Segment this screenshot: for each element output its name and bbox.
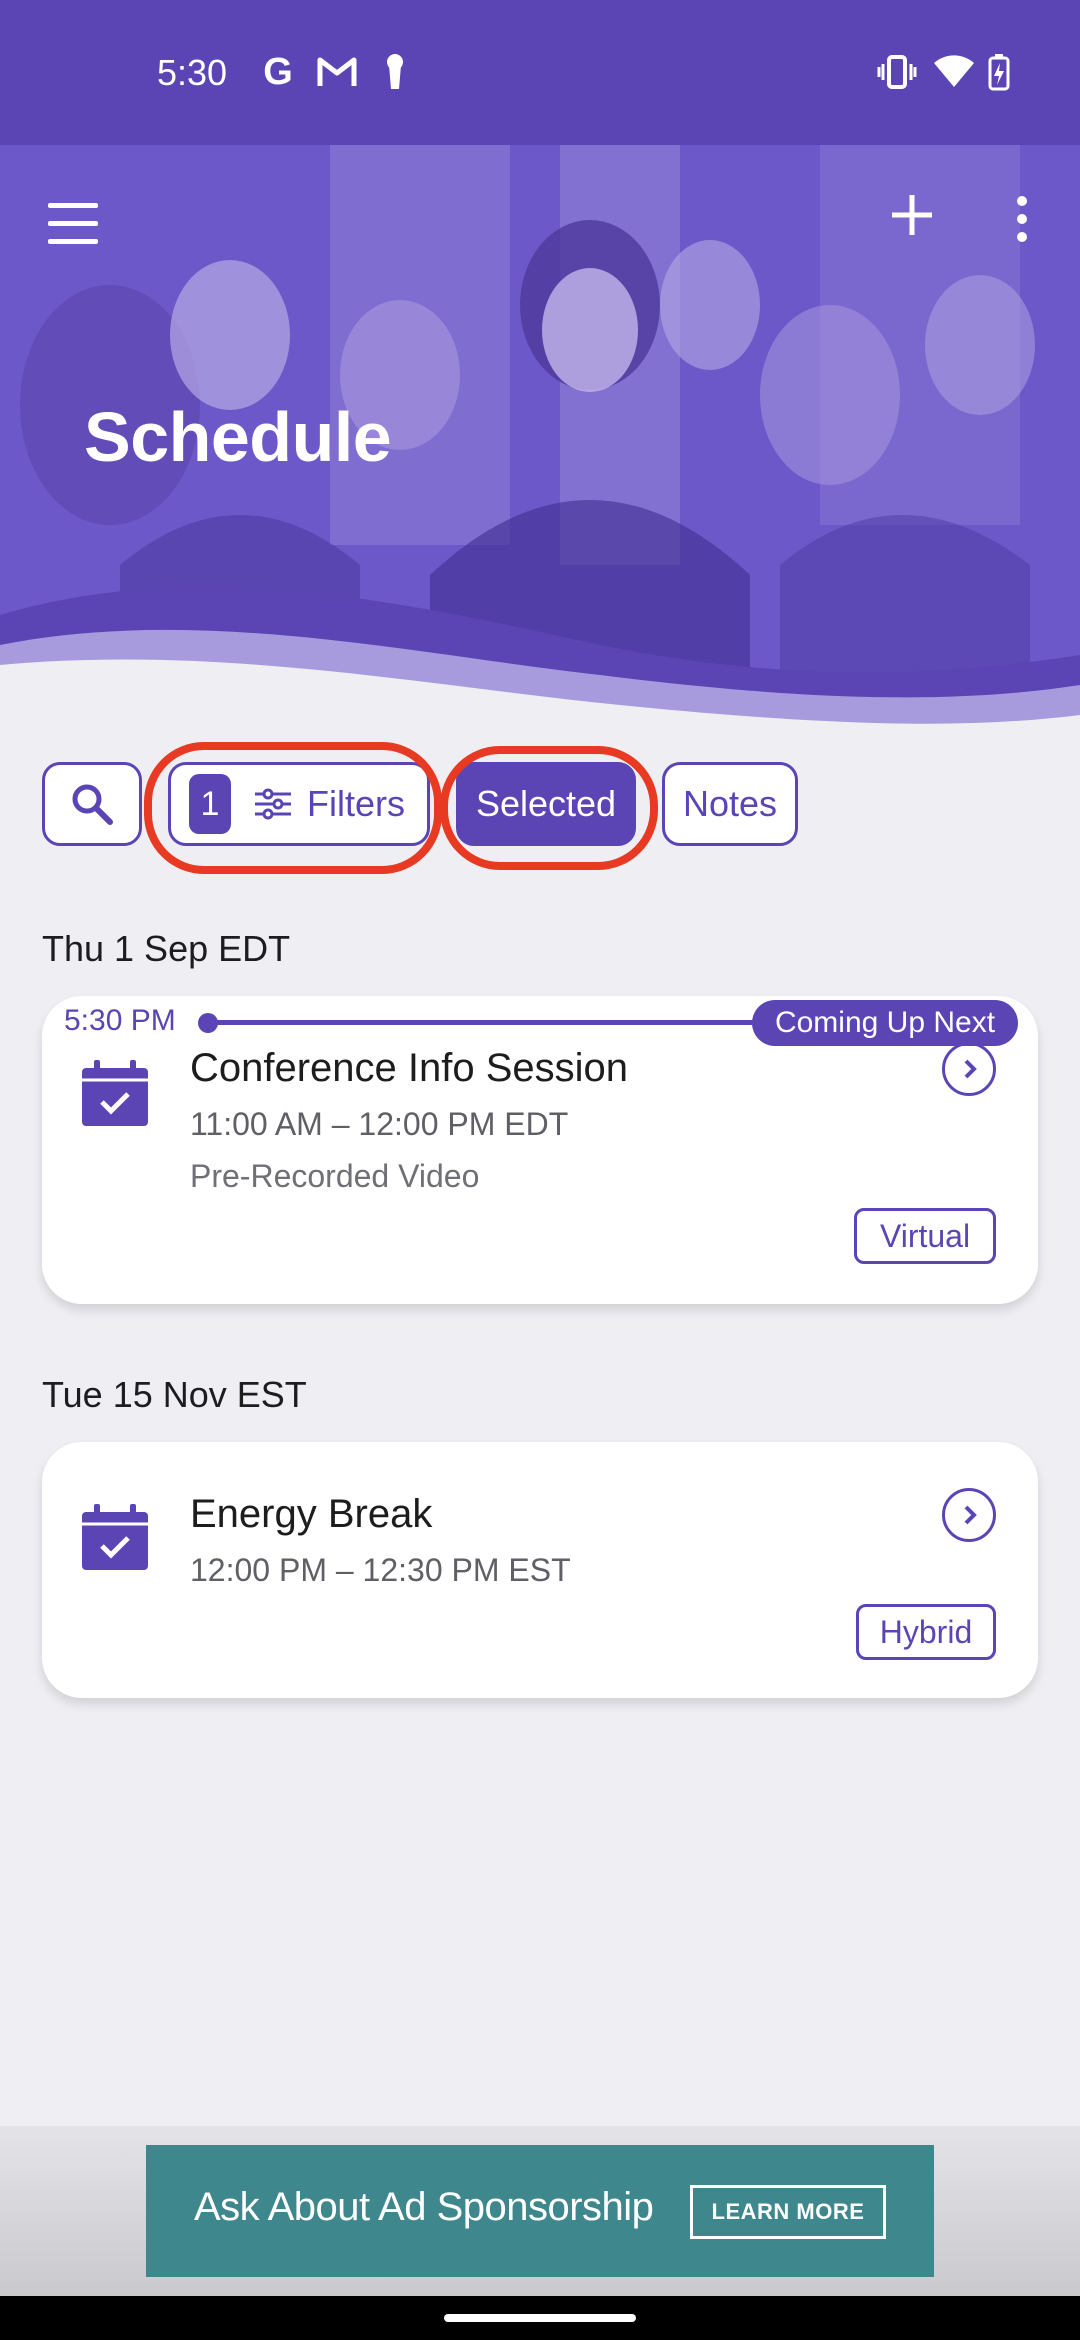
sliders-icon — [255, 788, 291, 820]
ad-area: Ask About Ad Sponsorship LEARN MORE — [0, 2126, 1080, 2296]
session-time: 12:00 PM – 12:30 PM EST — [190, 1552, 571, 1588]
session-card[interactable]: Energy Break 12:00 PM – 12:30 PM EST Hyb… — [42, 1442, 1038, 1698]
wifi-icon — [932, 52, 976, 92]
google-icon: G — [263, 50, 293, 93]
current-time-line — [212, 1020, 812, 1025]
battery-charging-icon — [984, 52, 1014, 92]
keyhole-icon — [380, 52, 410, 92]
session-type-badge: Virtual — [854, 1208, 996, 1264]
search-button[interactable] — [42, 762, 142, 846]
chevron-right-icon[interactable] — [942, 1488, 996, 1542]
ad-text: Ask About Ad Sponsorship — [194, 2185, 654, 2229]
filters-button[interactable]: 1 Filters — [168, 762, 430, 846]
session-title: Energy Break — [190, 1492, 433, 1536]
filters-label: Filters — [307, 783, 405, 824]
schedule-hero: Schedule — [0, 145, 1080, 735]
navigation-bar — [0, 2296, 1080, 2340]
chevron-right-icon[interactable] — [942, 1042, 996, 1096]
session-subtitle: Pre-Recorded Video — [190, 1158, 480, 1194]
session-time: 11:00 AM – 12:00 PM EDT — [190, 1106, 569, 1142]
current-time-label: 5:30 PM — [64, 1004, 176, 1037]
plus-icon[interactable] — [886, 189, 938, 241]
learn-more-button[interactable]: LEARN MORE — [690, 2185, 886, 2239]
date-header: Thu 1 Sep EDT — [42, 928, 291, 969]
more-vertical-icon[interactable] — [1004, 189, 1040, 249]
calendar-check-icon — [82, 1504, 148, 1570]
schedule-toolbar: 1 Filters Selected Notes — [0, 742, 1080, 874]
search-icon — [72, 784, 113, 825]
status-time: 5:30 — [157, 52, 228, 93]
home-gesture-handle[interactable] — [444, 2314, 636, 2322]
hero-wave — [0, 587, 1080, 735]
session-type-badge: Hybrid — [856, 1604, 996, 1660]
vibrate-icon — [876, 52, 918, 92]
session-title: Conference Info Session — [190, 1046, 629, 1090]
ad-banner[interactable]: Ask About Ad Sponsorship LEARN MORE — [146, 2145, 934, 2277]
session-card[interactable]: 5:30 PM Coming Up Next Conference Info S… — [42, 996, 1038, 1304]
gmail-icon — [314, 52, 360, 92]
notes-toggle[interactable]: Notes — [662, 762, 798, 846]
selected-toggle[interactable]: Selected — [456, 762, 636, 846]
status-bar: 5:30 G — [0, 0, 1080, 145]
calendar-check-icon — [82, 1060, 148, 1126]
hamburger-menu-icon[interactable] — [44, 195, 104, 255]
page-title: Schedule — [84, 398, 392, 476]
filter-count-badge: 1 — [189, 774, 231, 834]
coming-up-next-badge: Coming Up Next — [752, 1000, 1018, 1046]
date-header: Tue 15 Nov EST — [42, 1374, 307, 1415]
